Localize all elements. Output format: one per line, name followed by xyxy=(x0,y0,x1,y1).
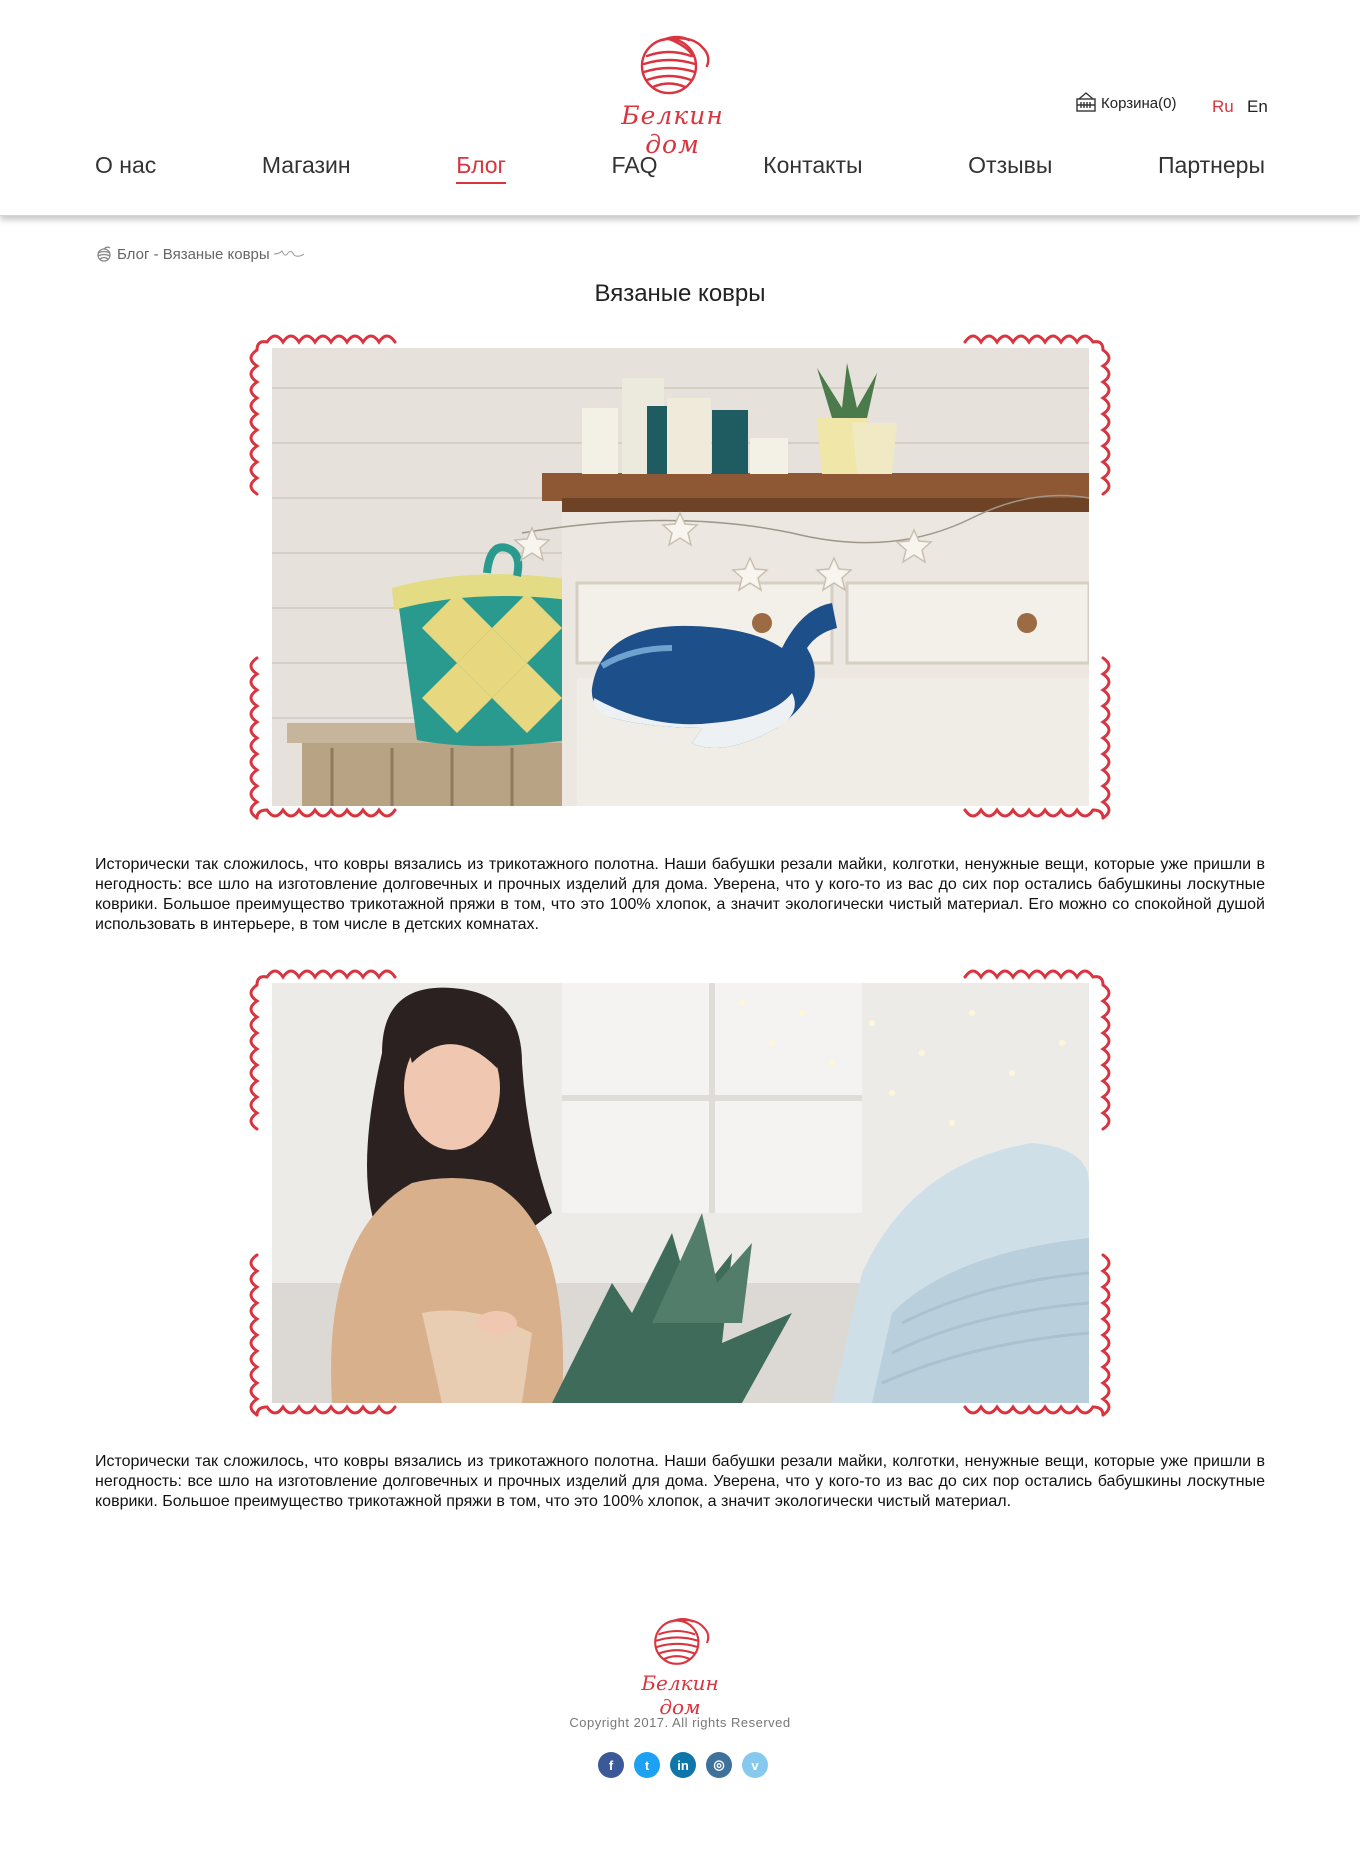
yarn-ball-icon xyxy=(640,35,710,95)
logo[interactable]: Белкин дом xyxy=(600,26,745,159)
thread-decoration-icon xyxy=(273,250,304,257)
photo-frame-1 xyxy=(245,322,1115,830)
footer-logo[interactable]: Белкин дом xyxy=(620,1610,740,1719)
nav-blog[interactable]: Блог xyxy=(456,152,506,184)
twitter-icon[interactable]: t xyxy=(634,1752,660,1778)
nav-about[interactable]: О нас xyxy=(95,152,156,184)
site-header: Белкин дом Корзина(0) Ru En О нас Магази… xyxy=(0,0,1360,216)
cart-link[interactable]: Корзина(0) xyxy=(1075,92,1176,114)
nav-partners[interactable]: Партнеры xyxy=(1158,152,1265,184)
nav-reviews[interactable]: Отзывы xyxy=(968,152,1052,184)
copyright: Copyright 2017. All rights Reserved xyxy=(569,1715,791,1730)
social-links: f t in ◎ v xyxy=(598,1752,768,1778)
photo-knitted-basket xyxy=(272,348,1089,806)
article-paragraph-1: Исторически так сложилось, что ковры вяз… xyxy=(95,856,1265,933)
photo-woman-with-fir xyxy=(272,983,1089,1403)
instagram-icon[interactable]: ◎ xyxy=(706,1752,732,1778)
facebook-icon[interactable]: f xyxy=(598,1752,624,1778)
breadcrumb-link[interactable]: Блог - Вязаные ковры xyxy=(117,246,270,263)
cart-label: Корзина(0) xyxy=(1101,94,1177,112)
nav-faq[interactable]: FAQ xyxy=(612,152,658,184)
main-nav: О нас Магазин Блог FAQ Контакты Отзывы П… xyxy=(95,152,1265,184)
basket-icon xyxy=(1076,92,1096,112)
lang-en-link[interactable]: En xyxy=(1247,97,1268,117)
lang-ru-link[interactable]: Ru xyxy=(1212,97,1234,117)
yarn-ball-icon xyxy=(654,1617,710,1665)
breadcrumb: Блог - Вязаные ковры xyxy=(95,245,304,263)
photo-frame-2 xyxy=(245,957,1115,1427)
linkedin-icon[interactable]: in xyxy=(670,1752,696,1778)
vimeo-icon[interactable]: v xyxy=(742,1752,768,1778)
brand-name: Белкин дом xyxy=(621,101,724,159)
page-title: Вязаные ковры xyxy=(594,280,766,307)
nav-shop[interactable]: Магазин xyxy=(262,152,351,184)
nav-contacts[interactable]: Контакты xyxy=(763,152,862,184)
article-paragraph-2: Исторически так сложилось, что ковры вяз… xyxy=(95,1453,1265,1510)
yarn-icon xyxy=(97,246,111,262)
footer-brand-name: Белкин дом xyxy=(641,1671,719,1719)
